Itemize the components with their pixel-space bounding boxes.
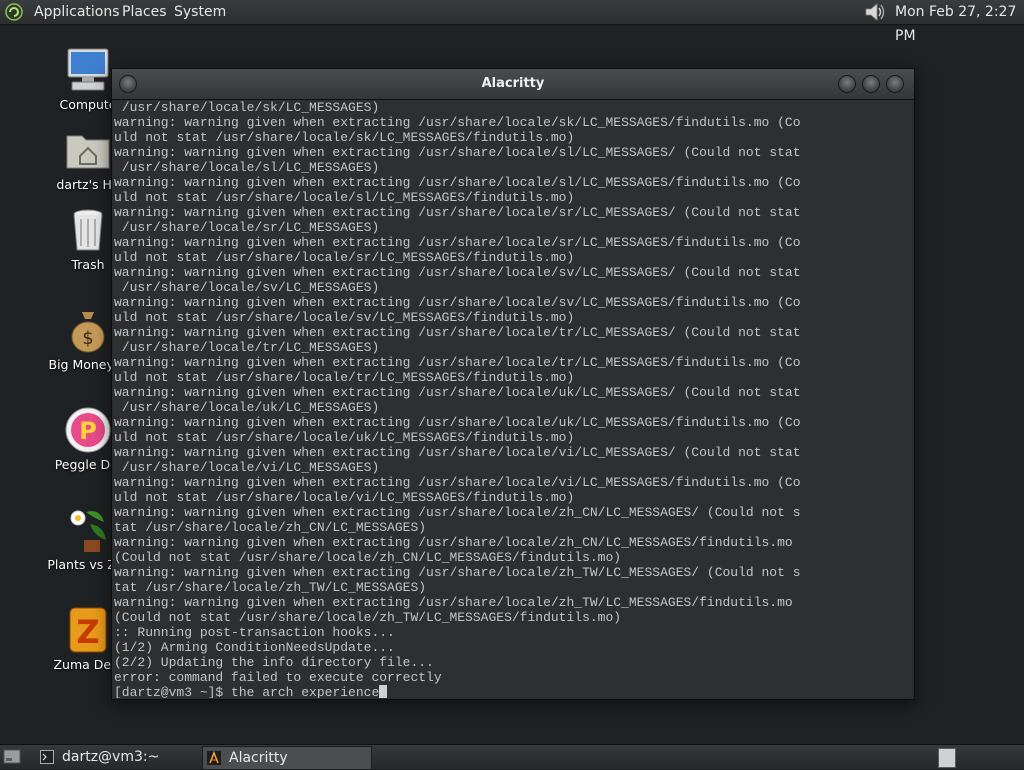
distro-logo-icon[interactable] [5, 3, 23, 21]
svg-text:P: P [79, 417, 97, 445]
terminal-line: uld not stat /usr/share/locale/sl/LC_MES… [114, 190, 575, 205]
terminal-prompt: [dartz@vm3 ~]$ [114, 685, 232, 698]
terminal-line: uld not stat /usr/share/locale/sv/LC_MES… [114, 310, 575, 325]
clock[interactable]: Mon Feb 27, 2:27 PM [895, 0, 1024, 48]
terminal-line: error: command failed to execute correct… [114, 670, 442, 685]
terminal-line: /usr/share/locale/sl/LC_MESSAGES) [114, 160, 380, 175]
terminal-line: warning: warning given when extracting /… [114, 265, 801, 280]
window-title: Alacritty [481, 76, 545, 91]
places-menu[interactable]: Places [122, 0, 167, 24]
task-label: dartz@vm3:~ [62, 749, 160, 765]
task-label: Alacritty [229, 750, 288, 766]
system-menu[interactable]: System [174, 0, 226, 24]
terminal-line: warning: warning given when extracting /… [114, 565, 801, 580]
terminal-prompt-line[interactable]: [dartz@vm3 ~]$ the arch experience [113, 685, 913, 698]
terminal-line: warning: warning given when extracting /… [114, 175, 801, 190]
terminal-line: warning: warning given when extracting /… [114, 415, 801, 430]
plants-icon [64, 506, 112, 554]
terminal-line: (Could not stat /usr/share/locale/zh_CN/… [114, 550, 622, 565]
task-alacritty[interactable]: Alacritty [202, 746, 372, 770]
top-panel: Applications Places System Mon Feb 27, 2… [0, 0, 1024, 44]
terminal-line: :: Running post-transaction hooks... [114, 625, 395, 640]
terminal-line: uld not stat /usr/share/locale/vi/LC_MES… [114, 490, 575, 505]
trash-icon [64, 206, 112, 254]
terminal-line: /usr/share/locale/sr/LC_MESSAGES) [114, 220, 380, 235]
zuma-icon: Z [64, 606, 112, 654]
terminal-output: /usr/share/locale/sk/LC_MESSAGES) warning… [113, 100, 913, 685]
close-button[interactable] [886, 75, 904, 93]
alacritty-icon [207, 751, 221, 765]
terminal-command-input[interactable]: the arch experience [231, 685, 379, 698]
computer-icon [64, 46, 112, 94]
terminal-line: /usr/share/locale/tr/LC_MESSAGES) [114, 340, 380, 355]
terminal-line: tat /usr/share/locale/zh_CN/LC_MESSAGES) [114, 520, 427, 535]
terminal-line: warning: warning given when extracting /… [114, 115, 801, 130]
maximize-button[interactable] [862, 75, 880, 93]
terminal-line: warning: warning given when extracting /… [114, 475, 801, 490]
terminal-cursor [379, 685, 388, 698]
terminal-line: uld not stat /usr/share/locale/sk/LC_MES… [114, 130, 575, 145]
terminal-line: warning: warning given when extracting /… [114, 355, 801, 370]
terminal-line: uld not stat /usr/share/locale/tr/LC_MES… [114, 370, 575, 385]
window-titlebar[interactable]: Alacritty [112, 69, 914, 100]
terminal-line: warning: warning given when extracting /… [114, 235, 801, 250]
peggle-icon: P [64, 406, 112, 454]
bottom-taskbar: dartz@vm3:~ Alacritty [0, 744, 1024, 770]
terminal-line: warning: warning given when extracting /… [114, 295, 801, 310]
terminal-line: /usr/share/locale/sv/LC_MESSAGES) [114, 280, 380, 295]
terminal-line: warning: warning given when extracting /… [114, 325, 801, 340]
task-terminal[interactable]: dartz@vm3:~ [36, 746, 222, 768]
terminal-line: (2/2) Updating the info directory file..… [114, 655, 434, 670]
terminal-line: (Could not stat /usr/share/locale/zh_TW/… [114, 610, 622, 625]
terminal-line: warning: warning given when extracting /… [114, 385, 801, 400]
terminal-line: /usr/share/locale/uk/LC_MESSAGES) [114, 400, 380, 415]
money-bag-icon: $ [64, 306, 112, 354]
terminal-line: warning: warning given when extracting /… [114, 535, 801, 550]
terminal-line: warning: warning given when extracting /… [114, 205, 801, 220]
terminal-line: /usr/share/locale/sk/LC_MESSAGES) [114, 100, 380, 115]
workspace-switcher[interactable] [938, 748, 956, 768]
terminal-line: warning: warning given when extracting /… [114, 595, 801, 610]
terminal-line: /usr/share/locale/vi/LC_MESSAGES) [114, 460, 380, 475]
alacritty-window[interactable]: Alacritty /usr/share/locale/sk/LC_MESSAG… [111, 68, 915, 700]
home-folder-icon [64, 126, 112, 174]
terminal-line: warning: warning given when extracting /… [114, 145, 801, 160]
show-desktop-icon[interactable] [3, 748, 21, 765]
terminal-line: uld not stat /usr/share/locale/uk/LC_MES… [114, 430, 575, 445]
speaker-icon[interactable] [863, 2, 887, 22]
terminal-line: (1/2) Arming ConditionNeedsUpdate... [114, 640, 395, 655]
applications-menu[interactable]: Applications [34, 0, 120, 24]
terminal-line: uld not stat /usr/share/locale/sr/LC_MES… [114, 250, 575, 265]
terminal-line: warning: warning given when extracting /… [114, 505, 801, 520]
svg-text:$: $ [82, 328, 93, 349]
minimize-button[interactable] [838, 75, 856, 93]
terminal-line: tat /usr/share/locale/zh_TW/LC_MESSAGES) [114, 580, 427, 595]
svg-text:Z: Z [76, 613, 99, 651]
terminal-icon [40, 750, 54, 764]
terminal-line: warning: warning given when extracting /… [114, 445, 801, 460]
terminal-view[interactable]: /usr/share/locale/sk/LC_MESSAGES) warning… [113, 100, 913, 698]
